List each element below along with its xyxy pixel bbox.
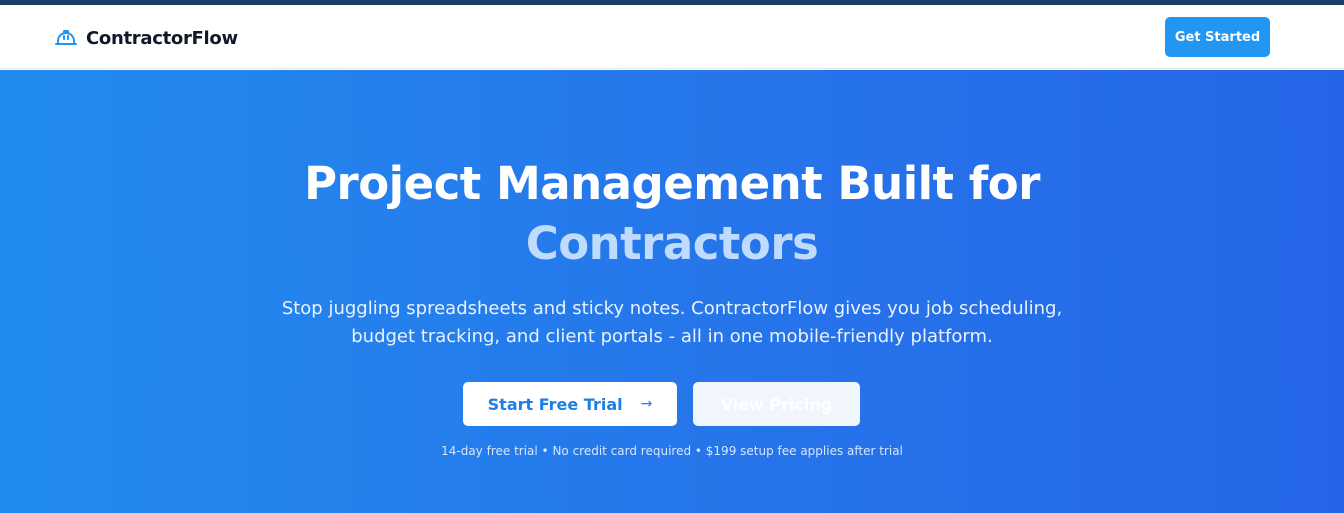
headline-accent: Contractors xyxy=(525,217,819,270)
brand-logo[interactable]: ContractorFlow xyxy=(54,23,238,53)
trial-fine-print: 14-day free trial • No credit card requi… xyxy=(441,444,903,458)
cta-button-group: Start Free Trial → View Pricing xyxy=(0,382,1344,426)
hero-section: Project Management Built for Contractors… xyxy=(0,70,1344,513)
hard-hat-icon xyxy=(54,26,78,50)
get-started-button[interactable]: Get Started xyxy=(1165,17,1270,57)
headline-main: Project Management Built for xyxy=(304,157,1040,210)
start-free-trial-label: Start Free Trial xyxy=(487,394,623,414)
hero-description: Stop juggling spreadsheets and sticky no… xyxy=(281,298,1063,347)
hero-headline: Project Management Built for Contractors xyxy=(0,154,1344,274)
start-free-trial-button[interactable]: Start Free Trial → xyxy=(463,382,677,426)
arrow-right-icon: → xyxy=(640,396,653,412)
view-pricing-button[interactable]: View Pricing xyxy=(693,382,860,426)
brand-name: ContractorFlow xyxy=(86,27,238,49)
site-header: ContractorFlow Get Started xyxy=(0,5,1344,69)
